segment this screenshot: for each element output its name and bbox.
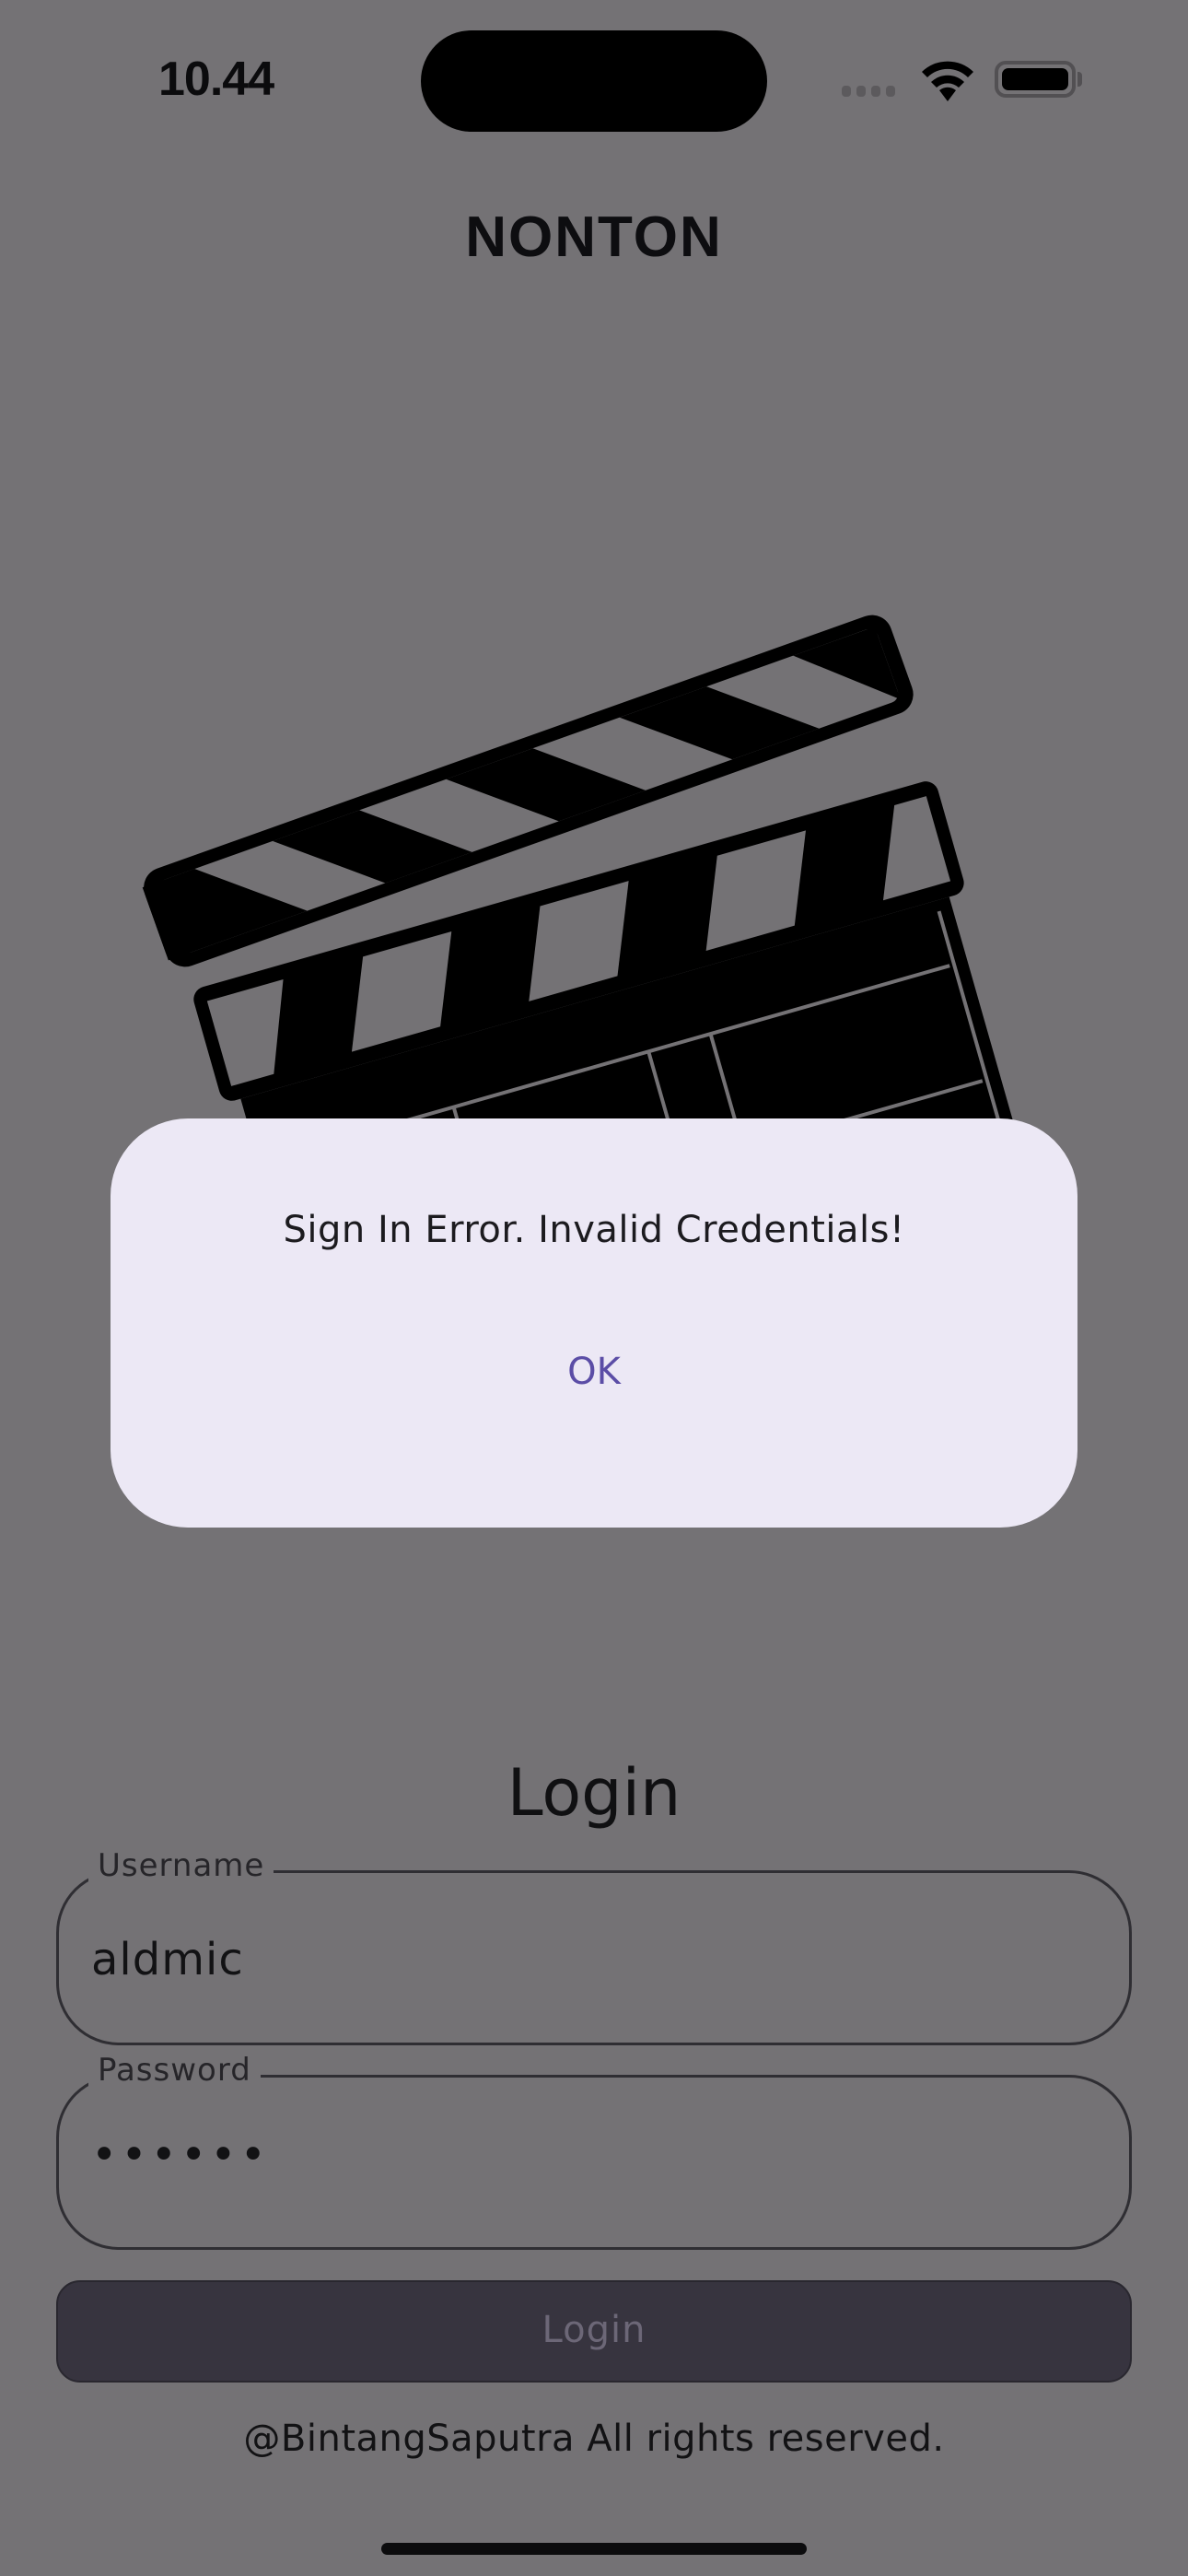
dialog-message: Sign In Error. Invalid Credentials! [283, 1209, 905, 1251]
username-value: aldmic [91, 1934, 244, 1985]
home-indicator[interactable] [381, 2543, 807, 2555]
password-field[interactable]: Password •••••• [56, 2052, 1132, 2250]
password-label: Password [88, 2052, 261, 2089]
login-heading: Login [507, 1755, 681, 1831]
username-field[interactable]: Username aldmic [56, 1847, 1132, 2045]
username-label: Username [88, 1847, 274, 1884]
password-value: •••••• [91, 2129, 270, 2181]
footer-copyright: @BintangSaputra All rights reserved. [243, 2418, 945, 2460]
error-dialog: Sign In Error. Invalid Credentials! OK [111, 1118, 1077, 1528]
ok-button[interactable]: OK [520, 1340, 668, 1404]
login-button[interactable]: Login [56, 2280, 1132, 2383]
